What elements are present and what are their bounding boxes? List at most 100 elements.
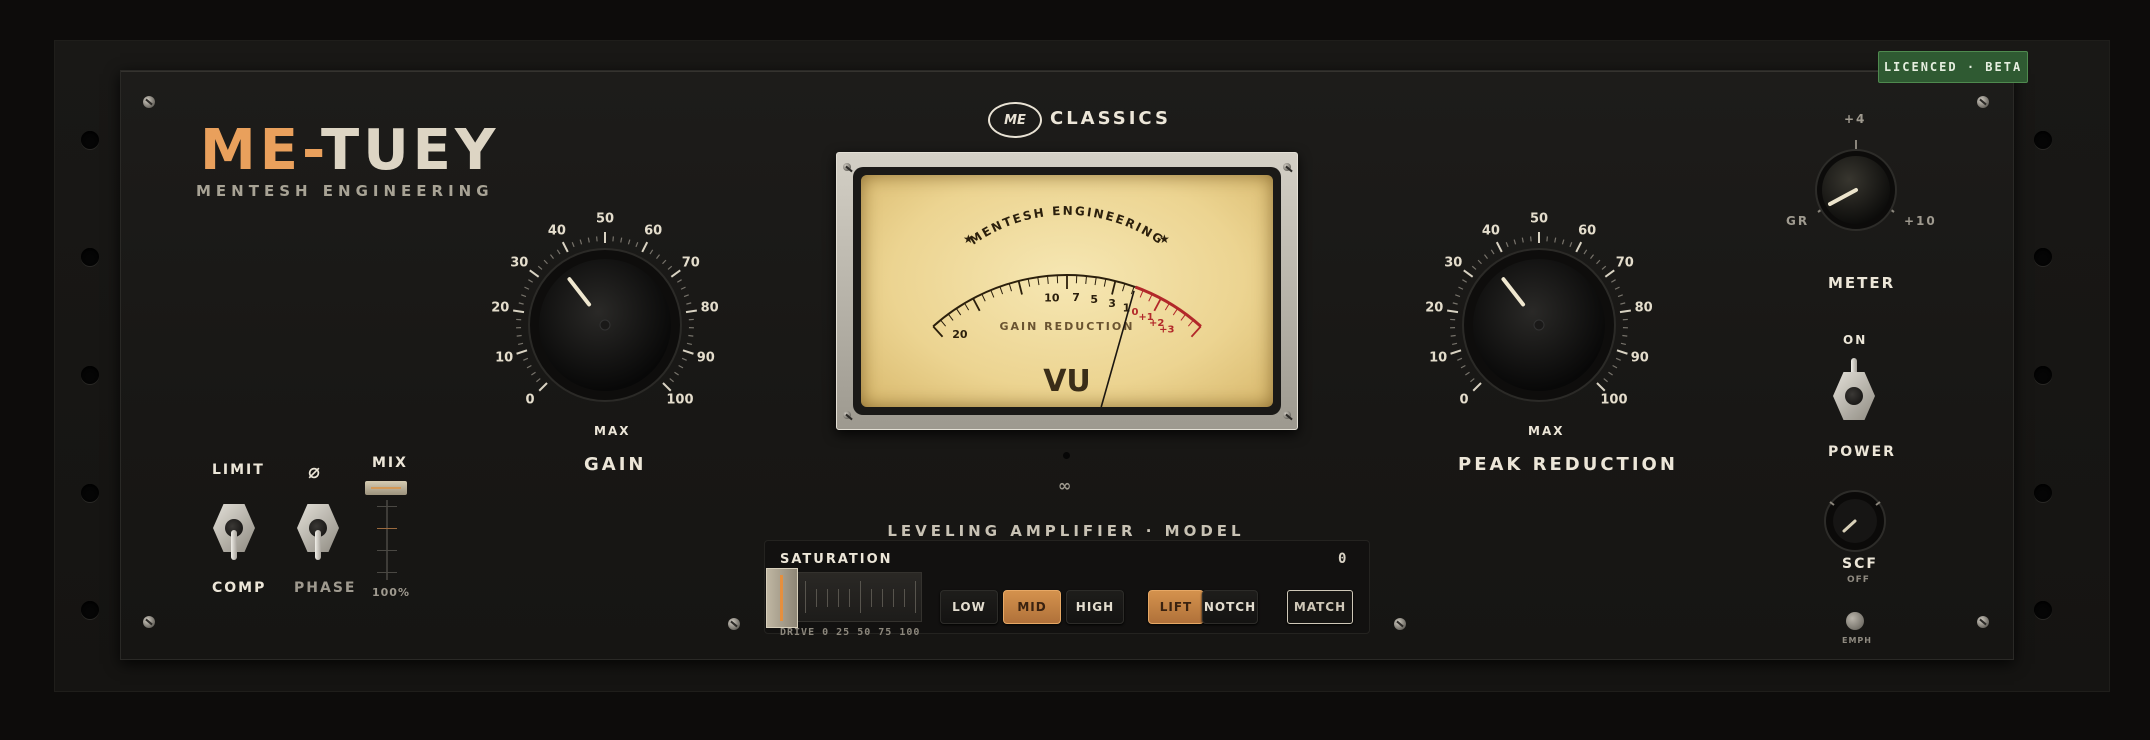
vu-tick bbox=[1111, 280, 1117, 295]
mix-slider-handle[interactable] bbox=[365, 481, 407, 495]
mix-slider-track[interactable] bbox=[386, 500, 388, 580]
notch-button[interactable]: NOTCH bbox=[1202, 590, 1258, 624]
drive-tick bbox=[893, 589, 894, 607]
vu-tick bbox=[1094, 277, 1097, 286]
vu-caption: GAIN REDUCTION bbox=[1000, 320, 1135, 333]
vu-scale-label: 10 bbox=[1044, 292, 1060, 305]
scale-tick bbox=[1596, 382, 1606, 392]
rack-hole bbox=[81, 484, 99, 502]
scale-tick bbox=[536, 378, 541, 383]
emph-knob[interactable] bbox=[1846, 612, 1864, 630]
drive-tick bbox=[816, 589, 817, 607]
drive-tick bbox=[882, 589, 883, 607]
scale-tick bbox=[662, 259, 667, 265]
rack-hole bbox=[81, 366, 99, 384]
scale-number: 50 bbox=[595, 211, 615, 227]
band-low-button[interactable]: LOW bbox=[940, 590, 998, 624]
vu-scale-label: 5 bbox=[1090, 293, 1098, 306]
vu-meter: MENTESH ENGINEERING ★ ★ 20 10 7 5 3 1 0 +1 +2 +3 … bbox=[836, 152, 1298, 430]
scale-tick bbox=[516, 349, 528, 355]
scale-tick bbox=[669, 378, 674, 383]
scale-number: 80 bbox=[700, 300, 719, 316]
scale-tick bbox=[1463, 269, 1474, 278]
scale-tick bbox=[1596, 259, 1601, 265]
scale-number: 70 bbox=[681, 255, 700, 271]
scale-tick bbox=[1590, 254, 1595, 259]
scale-number: 0 bbox=[1459, 392, 1469, 408]
scale-tick bbox=[1620, 302, 1626, 305]
plugin-title: ME-TUEY bbox=[200, 118, 500, 183]
vu-tick bbox=[1164, 302, 1170, 311]
comp-label: COMP bbox=[212, 580, 267, 596]
scale-tick bbox=[537, 265, 543, 270]
meter-knob[interactable] bbox=[1806, 140, 1906, 240]
toggle-lever[interactable] bbox=[315, 530, 321, 560]
vu-tick bbox=[1008, 283, 1012, 292]
scale-tick bbox=[518, 342, 524, 346]
scale-tick bbox=[1569, 242, 1573, 248]
mix-tick bbox=[377, 528, 397, 529]
scale-tick bbox=[1462, 279, 1468, 283]
classics-label: CLASSICS bbox=[1050, 108, 1171, 129]
drive-slider-handle[interactable] bbox=[766, 568, 798, 628]
scale-tick bbox=[1614, 286, 1620, 290]
meter-plus10-label: +10 bbox=[1904, 214, 1937, 228]
toggle-nut bbox=[1845, 387, 1863, 405]
vu-needle bbox=[1100, 290, 1135, 408]
scale-tick bbox=[1471, 265, 1477, 270]
mix-tick bbox=[377, 572, 397, 573]
link-icon[interactable]: ∞ bbox=[1058, 476, 1073, 495]
scale-tick bbox=[561, 241, 569, 253]
rack-hole bbox=[81, 248, 99, 266]
scale-number: 40 bbox=[547, 223, 566, 239]
lift-button[interactable]: LIFT bbox=[1148, 590, 1204, 624]
scale-number: 60 bbox=[644, 223, 663, 239]
meter-top-label: +4 bbox=[1844, 112, 1867, 126]
scale-tick bbox=[543, 259, 548, 265]
drive-tick bbox=[904, 589, 905, 607]
star-icon: ★ bbox=[963, 232, 974, 246]
scale-number: 40 bbox=[1481, 223, 1500, 239]
scale-tick bbox=[681, 357, 687, 361]
phase-icon: ⌀ bbox=[308, 459, 323, 483]
vu-tick bbox=[964, 302, 970, 311]
scale-tick bbox=[531, 371, 536, 376]
scale-tick bbox=[683, 294, 689, 298]
scale-tick bbox=[676, 279, 682, 283]
scale-number: 70 bbox=[1615, 255, 1634, 271]
rack-hole bbox=[81, 601, 99, 619]
band-mid-button[interactable]: MID bbox=[1003, 590, 1061, 624]
scale-tick bbox=[1465, 371, 1470, 376]
scale-tick bbox=[587, 237, 590, 243]
scale-tick bbox=[662, 382, 672, 392]
scale-tick bbox=[1622, 334, 1628, 337]
drive-tick bbox=[915, 581, 916, 613]
match-button[interactable]: MATCH bbox=[1287, 590, 1353, 624]
scale-tick bbox=[1505, 242, 1509, 248]
vu-face: MENTESH ENGINEERING ★ ★ 20 10 7 5 3 1 0 +1 +2 +3 … bbox=[861, 175, 1273, 408]
scf-knob[interactable] bbox=[1822, 488, 1888, 554]
vu-scale-label: 20 bbox=[952, 328, 968, 341]
scale-tick bbox=[1490, 249, 1495, 255]
scale-number: 10 bbox=[1429, 350, 1448, 366]
scale-tick bbox=[1554, 237, 1557, 243]
saturation-value: 0 bbox=[1338, 551, 1347, 567]
gain-label: GAIN bbox=[584, 454, 647, 475]
scf-state: OFF bbox=[1847, 575, 1870, 585]
licence-badge[interactable]: LICENCED · BETA bbox=[1878, 51, 2028, 83]
mix-tick bbox=[377, 506, 397, 507]
scale-tick bbox=[512, 309, 525, 314]
rack-hole bbox=[2034, 601, 2052, 619]
drive-tick bbox=[827, 589, 828, 607]
scale-tick bbox=[670, 269, 681, 278]
scale-tick bbox=[1521, 237, 1524, 243]
band-high-button[interactable]: HIGH bbox=[1066, 590, 1124, 624]
scale-tick bbox=[649, 249, 654, 255]
toggle-lever[interactable] bbox=[231, 530, 237, 560]
vu-scale-label-red: +3 bbox=[1159, 324, 1174, 335]
vu-tick bbox=[1027, 278, 1031, 287]
vu-tick bbox=[940, 319, 947, 327]
scale-tick bbox=[1452, 302, 1458, 305]
scale-tick bbox=[1575, 241, 1583, 253]
vu-tick bbox=[1139, 289, 1144, 298]
